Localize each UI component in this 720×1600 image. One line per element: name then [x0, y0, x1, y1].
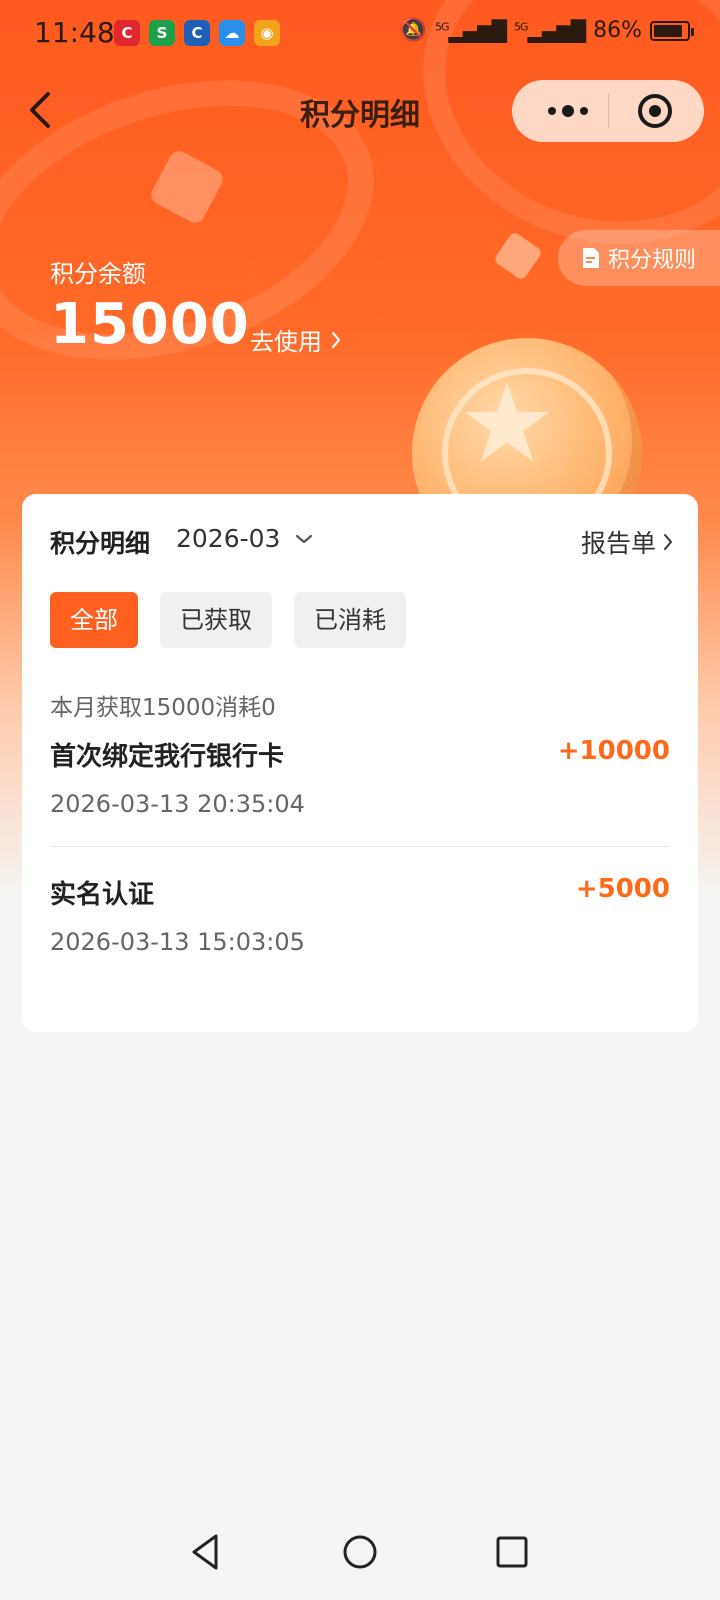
status-time: 11:48: [34, 16, 115, 49]
record-amount: +5000: [575, 874, 670, 904]
record-title: 实名认证: [50, 880, 155, 910]
record-title: 首次绑定我行银行卡: [50, 742, 285, 772]
more-icon[interactable]: [540, 94, 596, 128]
record-time: 2026-03-13 15:03:05: [50, 928, 305, 956]
use-points-label: 去使用: [250, 328, 322, 356]
month-selector[interactable]: 2026-03: [176, 524, 314, 553]
signal-icon: 5G▂▄▆█: [434, 18, 507, 43]
s-app-icon: S: [149, 20, 175, 46]
chevron-right-icon: [331, 331, 341, 348]
use-points-link[interactable]: 去使用: [250, 322, 342, 357]
chevron-down-icon: [296, 534, 313, 543]
points-rules-button[interactable]: 积分规则: [558, 230, 720, 286]
report-label: 报告单: [580, 529, 656, 558]
battery-percent: 86%: [593, 18, 642, 43]
balance-value: 15000: [50, 292, 250, 357]
battery-icon: [650, 20, 694, 41]
document-icon: [583, 248, 599, 268]
points-detail-card: 积分明细 2026-03 报告单 全部 已获取 已消耗 本月获取15000消耗0…: [22, 494, 698, 1032]
record-amount: +10000: [557, 736, 670, 766]
ccb-app-icon: C: [184, 20, 210, 46]
filter-earned[interactable]: 已获取: [160, 592, 272, 648]
points-rules-label: 积分规则: [608, 248, 697, 273]
system-navigation-bar: [0, 1520, 720, 1600]
filter-consumed[interactable]: 已消耗: [294, 592, 406, 648]
close-target-icon[interactable]: [636, 92, 674, 130]
capsule-divider: [608, 94, 609, 128]
balance-label: 积分余额: [50, 260, 146, 288]
chevron-right-icon: [664, 534, 672, 550]
filter-tabs: 全部 已获取 已消耗: [50, 592, 406, 648]
status-bar: 11:48 C S C ☁ ◉ 🔕 5G▂▄▆█ 5G▂▄▆█ 86%: [0, 0, 720, 68]
card-title: 积分明细: [50, 529, 151, 558]
month-value: 2026-03: [176, 524, 281, 553]
status-indicators: 🔕 5G▂▄▆█ 5G▂▄▆█ 86%: [399, 18, 694, 43]
monthly-summary: 本月获取15000消耗0: [50, 695, 276, 721]
cloud-app-icon: ☁: [219, 20, 245, 46]
mute-bell-icon: 🔕: [399, 18, 427, 43]
game-app-icon: ◉: [254, 20, 280, 46]
decorative-card-icon: [492, 230, 544, 282]
signal-icon: 5G▂▄▆█: [514, 18, 586, 43]
home-circle-icon[interactable]: [338, 1530, 382, 1574]
record-time: 2026-03-13 20:35:04: [50, 790, 305, 818]
filter-all[interactable]: 全部: [50, 592, 138, 648]
c-app-icon: C: [114, 20, 140, 46]
notification-app-icons: C S C ☁ ◉: [114, 20, 280, 46]
back-triangle-icon[interactable]: [184, 1530, 228, 1574]
divider: [50, 846, 670, 847]
report-link[interactable]: 报告单: [581, 524, 674, 560]
recents-square-icon[interactable]: [490, 1530, 534, 1574]
mini-program-capsule: [512, 80, 704, 142]
